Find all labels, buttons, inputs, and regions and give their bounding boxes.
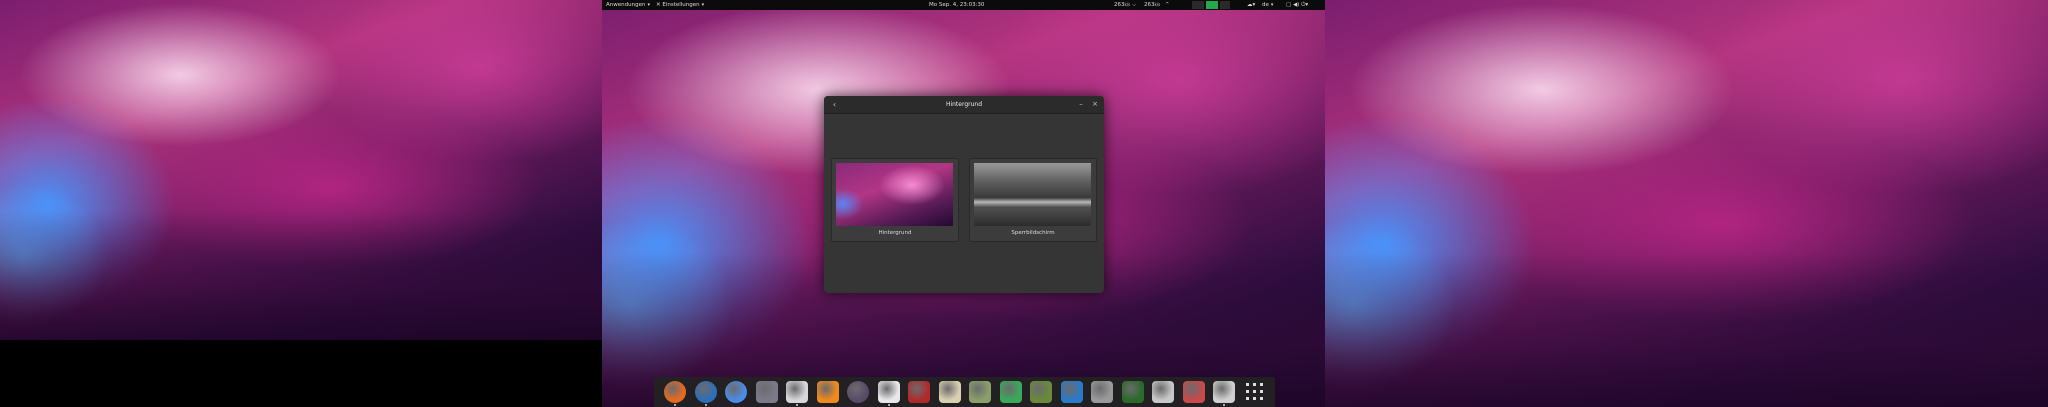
lockscreen-preview <box>974 163 1091 226</box>
firefox-icon[interactable] <box>664 381 686 403</box>
settings-menu[interactable]: ✕ Einstellungen ▾ <box>656 0 704 10</box>
lockscreen-tile[interactable]: Sperrbildschirm <box>969 158 1097 242</box>
archive-icon[interactable] <box>1030 381 1052 403</box>
app-grid-icon[interactable] <box>1244 381 1266 403</box>
desktop-wallpaper <box>1325 0 2048 407</box>
running-indicator <box>674 404 676 406</box>
settings-icon[interactable] <box>1213 381 1235 403</box>
cpu-graph-icon[interactable] <box>1192 1 1204 9</box>
desktop-wallpaper <box>0 0 602 340</box>
close-icon: × <box>1092 100 1098 108</box>
load-graph-icon[interactable] <box>1220 1 1230 9</box>
top-bar: Anwendungen ▾ ✕ Einstellungen ▾ Mo Sep. 4,… <box>602 0 1325 10</box>
chromium-icon[interactable] <box>725 381 747 403</box>
monitor-icon[interactable] <box>908 381 930 403</box>
chat-icon[interactable] <box>755 381 778 403</box>
running-indicator <box>887 404 890 406</box>
system-status-icons[interactable]: ▢ ◀) ⏻▾ <box>1286 0 1308 10</box>
clock[interactable]: Mo Sep. 4, 23:03:30 <box>929 0 984 10</box>
calculator-icon[interactable] <box>969 381 991 403</box>
running-indicator <box>704 404 707 406</box>
network-download: 263k/s <box>1114 2 1131 8</box>
text-editor-icon[interactable] <box>938 381 961 403</box>
running-indicator <box>796 404 798 406</box>
vlc-icon[interactable] <box>816 381 839 403</box>
background-tile-label: Hintergrund <box>878 230 912 236</box>
wallpaper-settings-window: ‹ Hintergrund – × Hintergrund Sperrbilds… <box>824 96 1104 293</box>
installer-icon[interactable] <box>1182 381 1205 403</box>
tools-icon[interactable] <box>999 381 1022 403</box>
running-indicator <box>1223 404 1225 406</box>
lockscreen-tile-label: Sperrbildschirm <box>1011 230 1055 236</box>
thunderbird-icon[interactable] <box>694 381 717 403</box>
applications-menu[interactable]: Anwendungen ▾ <box>606 0 650 10</box>
window-title: Hintergrund <box>945 101 983 108</box>
right-monitor-desktop[interactable] <box>1325 0 2048 407</box>
window-titlebar[interactable]: ‹ Hintergrund – × <box>824 96 1104 114</box>
minimize-icon: – <box>1079 100 1083 108</box>
background-preview <box>836 163 953 226</box>
font-viewer-icon[interactable] <box>1091 381 1113 403</box>
close-button[interactable]: × <box>1090 99 1100 110</box>
files-icon[interactable] <box>877 381 900 403</box>
keyboard-layout[interactable]: de ▾ <box>1262 0 1273 10</box>
search-docs-icon[interactable] <box>1152 381 1174 403</box>
center-monitor-desktop[interactable]: Anwendungen ▾ ✕ Einstellungen ▾ Mo Sep. 4,… <box>602 0 1325 407</box>
dock <box>654 377 1275 407</box>
left-monitor-desktop[interactable] <box>0 0 602 340</box>
minimize-button[interactable]: – <box>1076 99 1086 110</box>
terminal-graph-icon[interactable] <box>1121 381 1144 403</box>
network-upload: 263k/s <box>1144 2 1161 8</box>
background-tile[interactable]: Hintergrund <box>831 158 959 242</box>
memory-graph-icon[interactable] <box>1206 1 1218 9</box>
expand-icon[interactable]: ⌃ <box>1165 0 1170 10</box>
network-indicator-icon[interactable]: ⌵ <box>1132 0 1136 10</box>
phone-icon[interactable] <box>786 381 808 403</box>
music-player-icon[interactable] <box>847 381 869 403</box>
system-monitor-icon[interactable] <box>1060 381 1083 403</box>
weather-icon[interactable]: ☁▾ <box>1247 0 1255 10</box>
